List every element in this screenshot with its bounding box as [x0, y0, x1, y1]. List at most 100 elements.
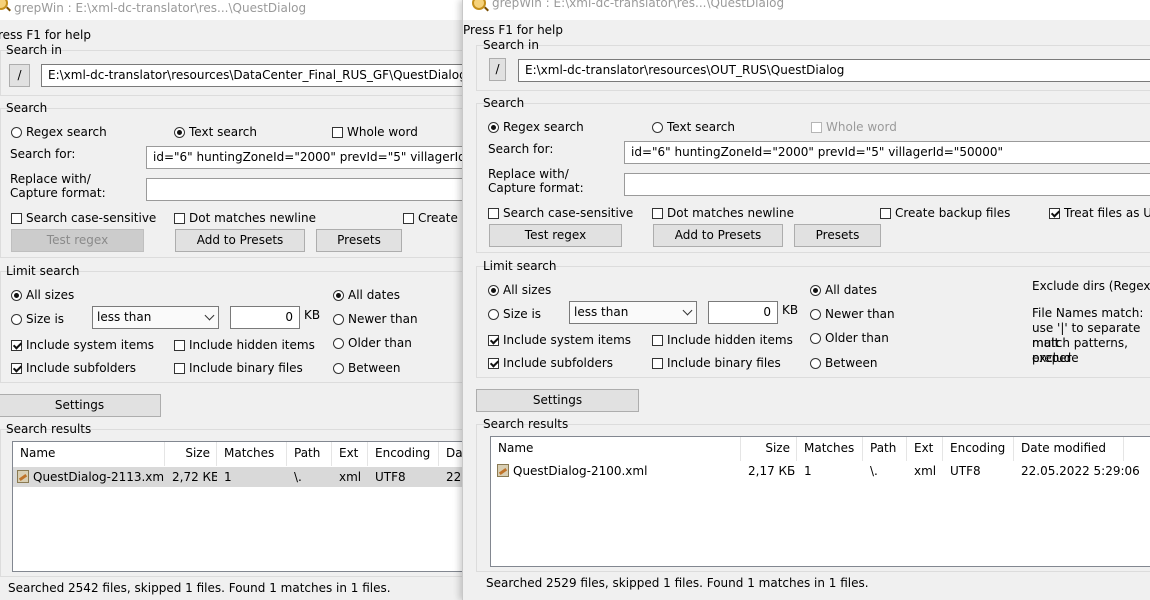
- include-hidden-checkbox[interactable]: Include hidden items: [174, 338, 315, 352]
- cell-matches: 1: [224, 470, 232, 484]
- dot-newline-checkbox[interactable]: Dot matches newline: [174, 211, 316, 225]
- column-encoding[interactable]: Encoding: [943, 437, 1014, 461]
- search-for-input[interactable]: id="6" huntingZoneId="2000" prevId="5" v…: [146, 146, 468, 169]
- limit-search-label: Limit search: [483, 259, 557, 273]
- text-search-label: Text search: [189, 125, 257, 139]
- column-matches[interactable]: Matches: [797, 437, 863, 461]
- create-backup-checkbox[interactable]: Create backup files: [880, 206, 1010, 220]
- newer-than-radio[interactable]: Newer than: [333, 312, 418, 326]
- size-value-input[interactable]: 0: [230, 306, 300, 329]
- whole-word-label: Whole word: [347, 125, 418, 139]
- include-binary-checkbox[interactable]: Include binary files: [174, 361, 303, 375]
- include-hidden-label: Include hidden items: [667, 333, 793, 347]
- table-row[interactable]: QuestDialog-2100.xml 2,17 КБ 1 \. xml UT…: [491, 461, 1150, 481]
- include-system-checkbox[interactable]: Include system items: [11, 338, 154, 352]
- exclude-dirs-label: Exclude dirs (Regex):: [1032, 279, 1150, 293]
- all-sizes-label: All sizes: [26, 288, 75, 302]
- column-date-modified[interactable]: Date modified: [1014, 437, 1124, 461]
- treat-utf-checkbox[interactable]: Treat files as UTF: [1049, 206, 1150, 220]
- create-backup-checkbox[interactable]: Create b: [403, 211, 468, 225]
- whole-word-checkbox[interactable]: Whole word: [332, 125, 418, 139]
- column-encoding[interactable]: Encoding: [368, 442, 439, 466]
- test-regex-button[interactable]: Test regex: [489, 224, 622, 247]
- file-names-hint-line3: exclude: [1032, 351, 1079, 365]
- include-subfolders-checkbox[interactable]: Include subfolders: [11, 361, 136, 375]
- column-size[interactable]: Size: [741, 437, 797, 461]
- between-radio[interactable]: Between: [810, 356, 878, 370]
- cell-name: QuestDialog-2100.xml: [491, 461, 741, 481]
- all-dates-radio[interactable]: All dates: [333, 288, 400, 302]
- settings-button[interactable]: Settings: [476, 389, 639, 412]
- cell-path: \.: [870, 464, 878, 478]
- column-path[interactable]: Path: [863, 437, 907, 461]
- presets-button[interactable]: Presets: [316, 229, 402, 252]
- add-to-presets-button[interactable]: Add to Presets: [175, 229, 305, 252]
- case-sensitive-checkbox[interactable]: Search case-sensitive: [11, 211, 156, 225]
- newer-than-label: Newer than: [348, 312, 418, 326]
- path-browse-button[interactable]: /: [9, 64, 30, 87]
- whole-word-checkbox[interactable]: Whole word: [811, 120, 897, 134]
- older-than-radio[interactable]: Older than: [333, 336, 412, 350]
- regex-search-radio[interactable]: Regex search: [488, 120, 584, 134]
- case-sensitive-checkbox[interactable]: Search case-sensitive: [488, 206, 633, 220]
- include-system-checkbox[interactable]: Include system items: [488, 333, 631, 347]
- column-size[interactable]: Size: [165, 442, 217, 466]
- regex-search-label: Regex search: [503, 120, 584, 134]
- size-is-label: Size is: [26, 312, 65, 326]
- text-search-radio[interactable]: Text search: [174, 125, 257, 139]
- include-subfolders-checkbox[interactable]: Include subfolders: [488, 356, 613, 370]
- search-path-input[interactable]: E:\xml-dc-translator\resources\OUT_RUS\Q…: [518, 59, 1150, 82]
- results-list[interactable]: Name Size Matches Path Ext Encoding Date…: [490, 436, 1150, 567]
- include-subfolders-label: Include subfolders: [503, 356, 614, 370]
- size-mode-select[interactable]: less than: [569, 301, 697, 324]
- older-than-radio[interactable]: Older than: [810, 331, 889, 345]
- presets-button[interactable]: Presets: [794, 224, 881, 247]
- treat-utf-label: Treat files as UTF: [1064, 206, 1150, 220]
- add-to-presets-button[interactable]: Add to Presets: [653, 224, 783, 247]
- size-value-input[interactable]: 0: [708, 301, 778, 324]
- include-system-label: Include system items: [503, 333, 632, 347]
- search-for-input[interactable]: id="6" huntingZoneId="2000" prevId="5" v…: [624, 141, 1150, 164]
- regex-search-radio[interactable]: Regex search: [11, 125, 107, 139]
- size-is-radio[interactable]: Size is: [11, 312, 64, 326]
- all-dates-radio[interactable]: All dates: [810, 283, 877, 297]
- test-regex-button[interactable]: Test regex: [11, 229, 144, 252]
- grepwin-window-right: grepWin : E:\xml-dc-translator\res...\Qu…: [462, 0, 1150, 600]
- newer-than-label: Newer than: [825, 307, 895, 321]
- include-binary-checkbox[interactable]: Include binary files: [652, 356, 781, 370]
- all-sizes-radio[interactable]: All sizes: [11, 288, 74, 302]
- grepwin-window-left: grepWin : E:\xml-dc-translator\res...\Qu…: [0, 0, 468, 600]
- include-hidden-checkbox[interactable]: Include hidden items: [652, 333, 793, 347]
- newer-than-radio[interactable]: Newer than: [810, 307, 895, 321]
- file-name: QuestDialog-2113.xml: [33, 470, 165, 484]
- column-ext[interactable]: Ext: [907, 437, 943, 461]
- column-name[interactable]: Name: [13, 442, 165, 466]
- size-is-radio[interactable]: Size is: [488, 307, 541, 321]
- title-bar[interactable]: grepWin : E:\xml-dc-translator\res...\Qu…: [0, 0, 468, 20]
- size-mode-value: less than: [574, 305, 629, 319]
- table-row[interactable]: QuestDialog-2113.xml 2,72 КБ 1 \. xml UT…: [13, 467, 468, 487]
- all-sizes-radio[interactable]: All sizes: [488, 283, 551, 297]
- search-path-input[interactable]: E:\xml-dc-translator\resources\DataCente…: [41, 64, 468, 87]
- case-sensitive-label: Search case-sensitive: [503, 206, 634, 220]
- search-for-label: Search for:: [488, 142, 554, 156]
- column-name[interactable]: Name: [491, 437, 741, 461]
- dot-newline-checkbox[interactable]: Dot matches newline: [652, 206, 794, 220]
- cell-ext: xml: [914, 464, 937, 478]
- between-radio[interactable]: Between: [333, 361, 401, 375]
- column-ext[interactable]: Ext: [332, 442, 368, 466]
- results-list[interactable]: Name Size Matches Path Ext Encoding Date…: [12, 441, 468, 572]
- between-label: Between: [825, 356, 878, 370]
- between-label: Between: [348, 361, 401, 375]
- settings-button[interactable]: Settings: [0, 394, 161, 417]
- column-matches[interactable]: Matches: [217, 442, 287, 466]
- size-mode-select[interactable]: less than: [92, 306, 219, 329]
- title-bar[interactable]: grepWin : E:\xml-dc-translator\res...\Qu…: [463, 0, 1150, 20]
- replace-input[interactable]: [146, 178, 468, 201]
- path-browse-button[interactable]: /: [489, 58, 506, 81]
- column-path[interactable]: Path: [287, 442, 332, 466]
- text-search-radio[interactable]: Text search: [652, 120, 735, 134]
- replace-input[interactable]: [624, 173, 1150, 196]
- cell-date-modified: 22.05.2022 5:29:06: [1021, 464, 1140, 478]
- all-sizes-label: All sizes: [503, 283, 552, 297]
